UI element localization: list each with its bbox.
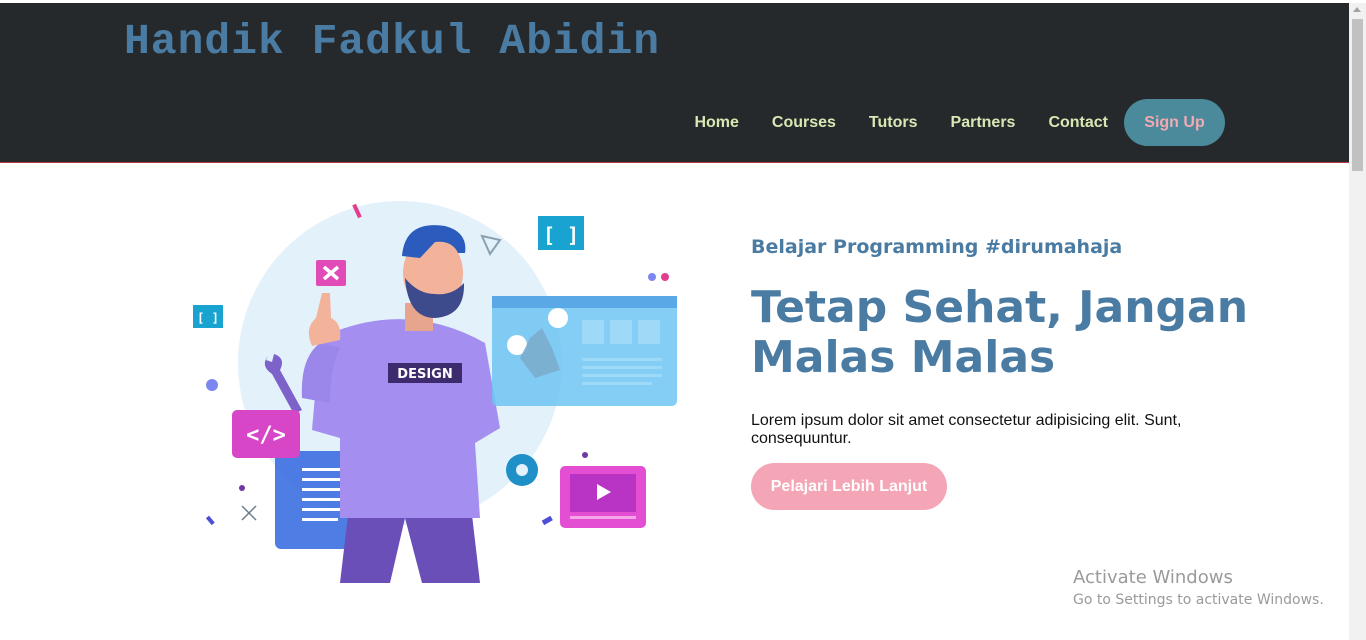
character-torso <box>312 319 500 518</box>
code-tag-symbol: </> <box>246 423 286 448</box>
dot-decoration <box>239 485 245 491</box>
video-progress <box>570 516 636 519</box>
bracket-icon: [ ] <box>543 223 579 247</box>
close-decoration-icon <box>241 505 257 521</box>
scrollbar[interactable] <box>1349 3 1366 640</box>
scroll-thumb[interactable] <box>1352 19 1363 171</box>
nav-partners[interactable]: Partners <box>951 114 1016 132</box>
bracket-icon: [ ] <box>197 311 219 325</box>
dot-decoration <box>206 379 218 391</box>
dot-decoration <box>661 273 669 281</box>
dot-decoration <box>582 452 588 458</box>
nav-contact[interactable]: Contact <box>1048 114 1108 132</box>
hero-illustration: [ ] [ ] DESIGN </> <box>193 201 677 583</box>
navbar: Handik Fadkul Abidin Home Courses Tutors… <box>0 3 1349 163</box>
confetti-decoration <box>205 515 215 526</box>
design-badge-label: DESIGN <box>397 367 452 382</box>
confetti-decoration <box>541 515 553 526</box>
signup-button[interactable]: Sign Up <box>1124 99 1225 146</box>
watermark-title: Activate Windows <box>1073 567 1233 588</box>
nav-tutors[interactable]: Tutors <box>869 114 918 132</box>
ui-panel-header <box>492 296 677 308</box>
watermark-subtitle: Go to Settings to activate Windows. <box>1073 592 1324 608</box>
hero-subtitle: Belajar Programming #dirumahaja <box>751 236 1123 258</box>
windows-activation-watermark: Activate Windows Go to Settings to activ… <box>1073 567 1324 608</box>
gear-icon-hole <box>516 464 528 476</box>
nav-courses[interactable]: Courses <box>772 114 836 132</box>
brand-title[interactable]: Handik Fadkul Abidin <box>124 17 660 66</box>
ui-toggle <box>548 308 568 328</box>
nav-home[interactable]: Home <box>694 114 738 132</box>
dot-decoration <box>648 273 656 281</box>
main-nav: Home Courses Tutors Partners Contact Sig… <box>694 99 1225 146</box>
hero-title: Tetap Sehat, Jangan Malas Malas <box>751 282 1249 383</box>
scroll-up-arrow-icon[interactable] <box>1353 7 1361 12</box>
hero-description: Lorem ipsum dolor sit amet consectetur a… <box>751 412 1182 447</box>
learn-more-button[interactable]: Pelajari Lebih Lanjut <box>751 463 947 510</box>
